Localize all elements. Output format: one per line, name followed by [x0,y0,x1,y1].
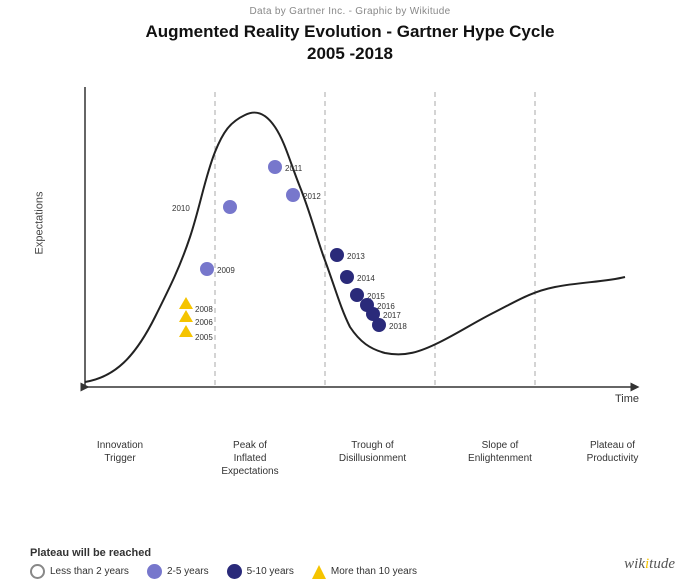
svg-text:2006: 2006 [195,318,213,327]
svg-text:2018: 2018 [389,322,407,331]
legend-item-triangle: More than 10 years [312,565,417,579]
svg-text:Time: Time [615,393,639,405]
svg-text:2008: 2008 [195,305,213,314]
legend-label-more10: More than 10 years [331,566,417,577]
legend-items: Less than 2 years 2-5 years 5-10 years M… [30,564,530,579]
phase-label-peak: Peak ofInflatedExpectations [215,439,285,478]
svg-text:2005: 2005 [195,333,213,342]
svg-text:2017: 2017 [383,311,401,320]
y-axis-label: Expectations [33,192,45,255]
main-container: Data by Gartner Inc. - Graphic by Wikitu… [0,0,700,587]
phase-label-trough: Trough ofDisillusionment [335,439,410,465]
svg-text:2009: 2009 [217,266,235,275]
chart-title-line2: 2005 -2018 [0,43,700,65]
phase-label-plateau: Plateau ofProductivity [580,439,645,465]
chart-title-line1: Augmented Reality Evolution - Gartner Hy… [0,21,700,43]
legend-item-medium-circle: 2-5 years [147,564,209,579]
svg-text:2010: 2010 [172,204,190,213]
phase-label-innovation: InnovationTrigger [85,439,155,465]
legend-symbol-medium [147,564,162,579]
legend-label-5to10: 5-10 years [247,566,294,577]
wikitude-logo: wikitude [624,556,675,573]
svg-text:2012: 2012 [303,192,321,201]
title-area: Augmented Reality Evolution - Gartner Hy… [0,21,700,65]
legend-area: Plateau will be reached Less than 2 year… [30,547,530,579]
chart-svg: 2005 2006 2008 2009 2010 2011 2012 2013 [45,77,665,437]
wikitude-dot: i [645,556,649,572]
credit-text: Data by Gartner Inc. - Graphic by Wikitu… [0,0,700,17]
svg-text:2014: 2014 [357,274,375,283]
legend-symbol-dark [227,564,242,579]
legend-title: Plateau will be reached [30,547,530,559]
legend-item-empty-circle: Less than 2 years [30,564,129,579]
svg-text:2013: 2013 [347,252,365,261]
svg-text:2011: 2011 [285,164,303,173]
phase-label-slope: Slope of Enlightenment [460,439,540,465]
legend-symbol-triangle [312,565,326,579]
legend-symbol-empty [30,564,45,579]
legend-label-less2: Less than 2 years [50,566,129,577]
phase-labels-row: InnovationTrigger Peak ofInflatedExpecta… [85,439,645,478]
legend-label-2to5: 2-5 years [167,566,209,577]
svg-text:2016: 2016 [377,302,395,311]
legend-item-dark-circle: 5-10 years [227,564,294,579]
